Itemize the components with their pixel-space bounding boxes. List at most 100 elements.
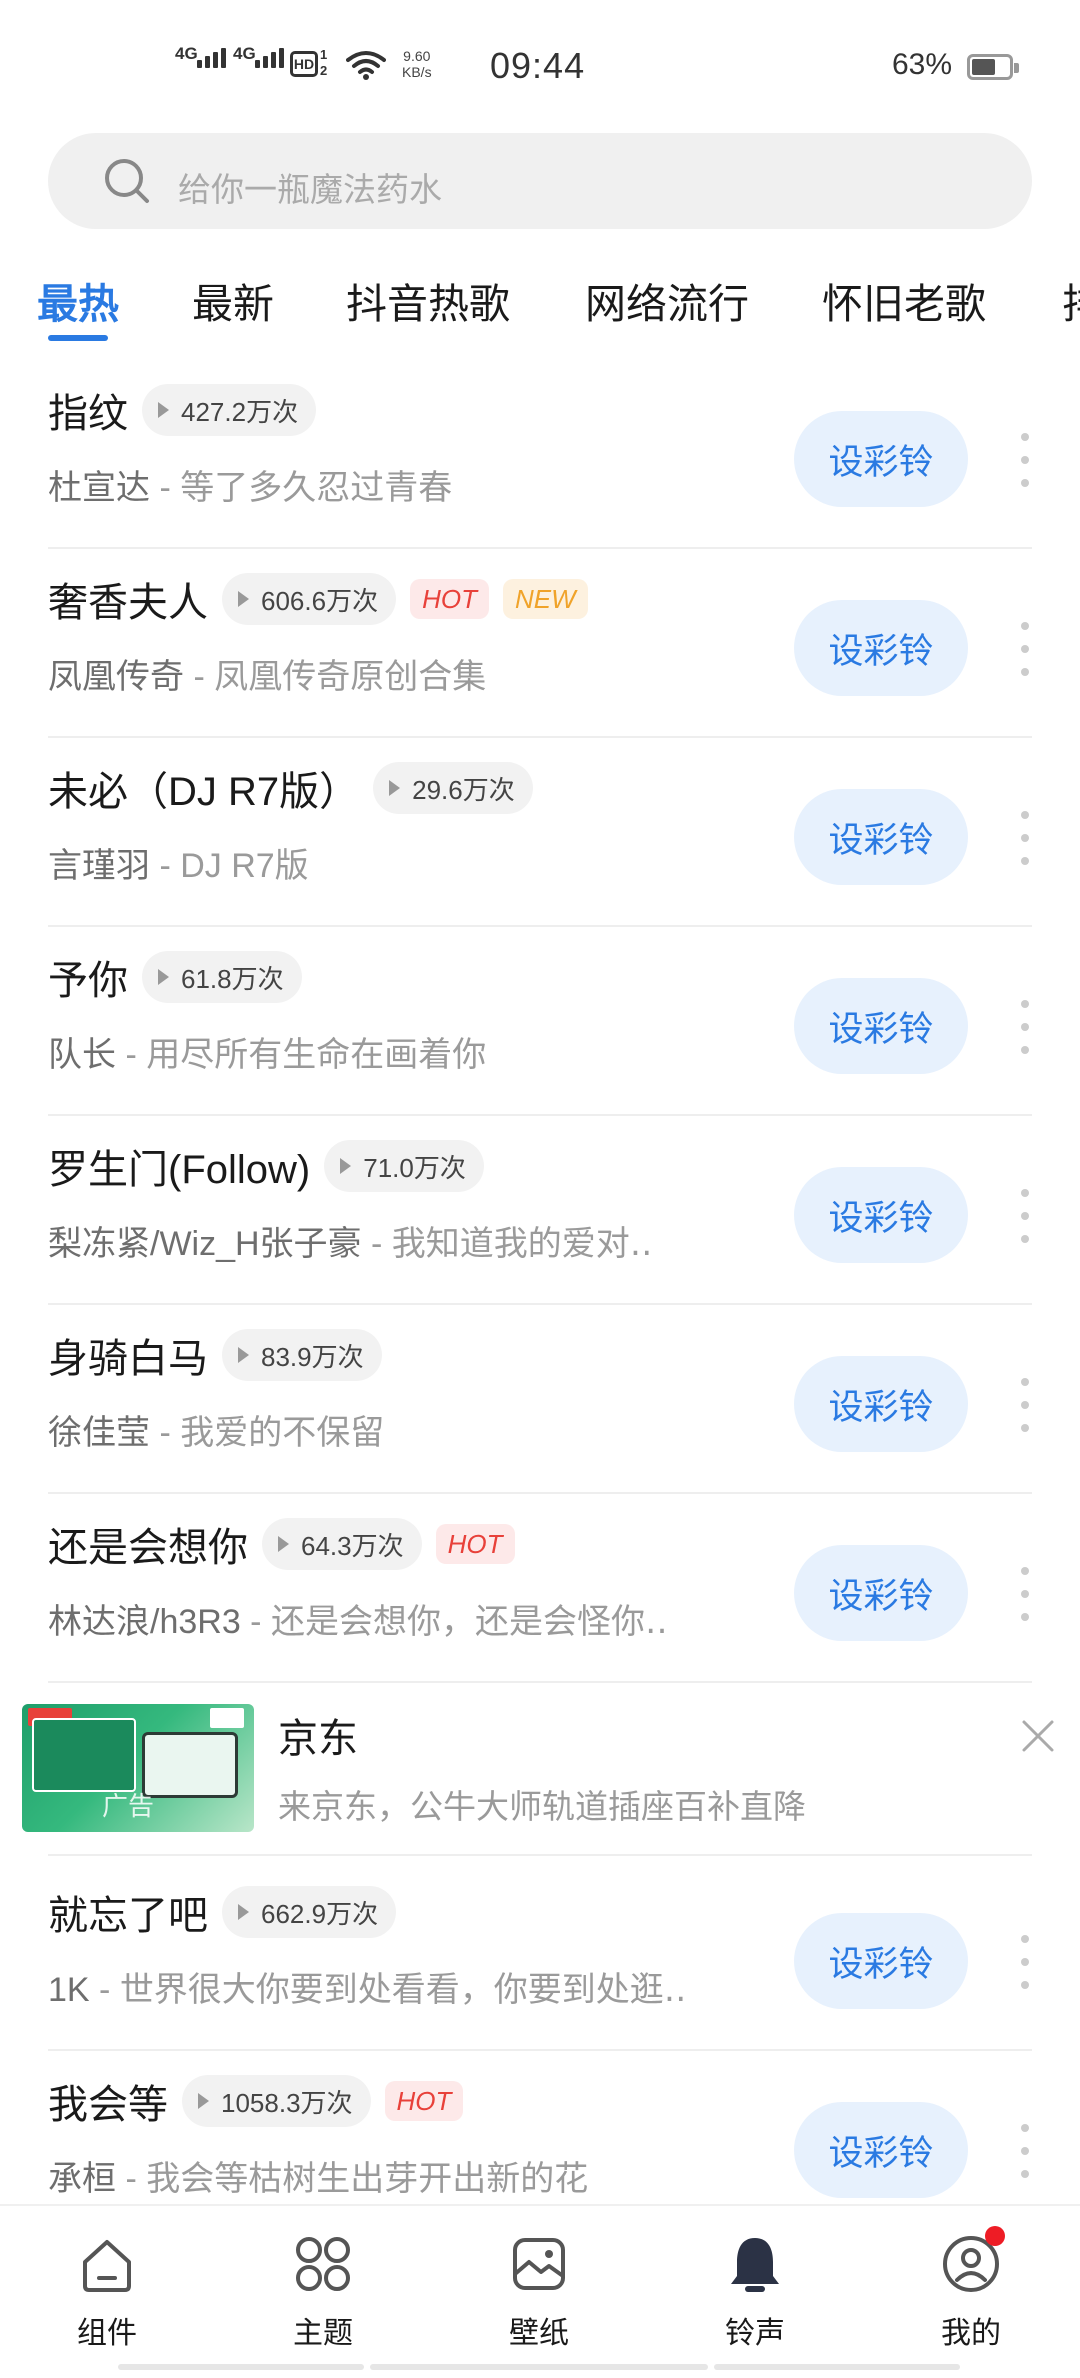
- status-bar: 4G 4G HD 1 2 9.60 KB/s 09:44 63%: [0, 0, 1080, 130]
- more-options-icon[interactable]: [1010, 811, 1040, 865]
- artist-name: 承桓: [48, 2160, 116, 2198]
- bottom-navigation: 组件 主题 壁纸 铃声 我的: [0, 2204, 1080, 2378]
- nav-label: 我的: [941, 2317, 1001, 2350]
- ad-banner[interactable]: 广告 京东 来京东，公牛大师轨道插座百补直降: [0, 1676, 1080, 1856]
- artist-name: 凤凰传奇: [48, 658, 184, 696]
- song-subtitle: 1K - 世界很大你要到处看看，你要到处逛‥: [48, 1971, 687, 2009]
- set-ringback-button[interactable]: 设彩铃: [794, 789, 968, 885]
- battery-icon: [967, 54, 1019, 80]
- album-name: 世界很大你要到处看看，你要到处逛‥: [119, 1971, 687, 2009]
- signal-icon-sim2: 4G: [233, 44, 284, 68]
- nav-label: 组件: [77, 2317, 137, 2350]
- tab-more-cutoff[interactable]: 排: [1062, 270, 1080, 330]
- more-options-icon[interactable]: [1010, 1378, 1040, 1432]
- play-count-badge: 71.0万次: [324, 1140, 484, 1192]
- more-options-icon[interactable]: [1010, 1189, 1040, 1243]
- artist-name: 林达浪/h3R3: [48, 1603, 241, 1641]
- more-options-icon[interactable]: [1010, 1000, 1040, 1054]
- song-subtitle: 队长 - 用尽所有生命在画着你: [48, 1036, 487, 1074]
- list-item[interactable]: 就忘了吧 662.9万次 1K - 世界很大你要到处看看，你要到处逛‥ 设彩铃: [0, 1862, 1080, 2051]
- speed-unit: KB/s: [402, 64, 432, 80]
- album-name: 还是会想你，还是会怪你‥: [270, 1603, 668, 1641]
- system-nav-indicator: [118, 2364, 364, 2370]
- profile-icon: [939, 2226, 1005, 2296]
- category-tabs: 最热 最新 抖音热歌 网络流行 怀旧老歌 排: [0, 270, 1080, 340]
- play-icon: [198, 2093, 209, 2109]
- nav-profile[interactable]: 我的: [901, 2226, 1041, 2352]
- set-ringback-button[interactable]: 设彩铃: [794, 411, 968, 507]
- more-options-icon[interactable]: [1010, 2124, 1040, 2178]
- song-title: 指纹: [48, 392, 128, 436]
- song-title: 奢香夫人: [48, 581, 208, 625]
- song-subtitle: 言瑾羽 - DJ R7版: [48, 847, 309, 885]
- play-count-badge: 29.6万次: [373, 762, 533, 814]
- tab-internet-popular[interactable]: 网络流行: [585, 270, 749, 330]
- wifi-icon: [346, 51, 386, 80]
- sim2-label: 4G: [233, 44, 256, 63]
- nav-themes[interactable]: 主题: [253, 2232, 393, 2352]
- nav-ringtones[interactable]: 铃声: [685, 2232, 825, 2352]
- play-icon: [278, 1536, 289, 1552]
- play-icon: [158, 402, 169, 418]
- play-count-badge: 1058.3万次: [182, 2075, 371, 2127]
- network-speed: 9.60 KB/s: [402, 48, 432, 80]
- set-ringback-button[interactable]: 设彩铃: [794, 1167, 968, 1263]
- set-ringback-button[interactable]: 设彩铃: [794, 978, 968, 1074]
- ad-image[interactable]: 广告: [22, 1704, 254, 1832]
- play-count-badge: 662.9万次: [222, 1886, 397, 1938]
- list-item[interactable]: 指纹 427.2万次 杜宣达 - 等了多久忍过青春 设彩铃: [0, 360, 1080, 549]
- list-item[interactable]: 予你 61.8万次 队长 - 用尽所有生命在画着你 设彩铃: [0, 927, 1080, 1116]
- set-ringback-button[interactable]: 设彩铃: [794, 1545, 968, 1641]
- sim1-label: 4G: [175, 44, 198, 63]
- list-item[interactable]: 身骑白马 83.9万次 徐佳莹 - 我爱的不保留 设彩铃: [0, 1305, 1080, 1494]
- album-name: 等了多久忍过青春: [180, 469, 453, 507]
- song-subtitle: 凤凰传奇 - 凤凰传奇原创合集: [48, 658, 487, 696]
- close-icon[interactable]: [1018, 1716, 1058, 1756]
- song-title: 身骑白马: [48, 1337, 208, 1381]
- list-item[interactable]: 奢香夫人 606.6万次 HOT NEW 凤凰传奇 - 凤凰传奇原创合集 设彩铃: [0, 549, 1080, 738]
- play-count-badge: 83.9万次: [222, 1329, 382, 1381]
- set-ringback-button[interactable]: 设彩铃: [794, 2102, 968, 2198]
- system-nav-indicator: [370, 2364, 708, 2370]
- set-ringback-button[interactable]: 设彩铃: [794, 600, 968, 696]
- list-item[interactable]: 罗生门(Follow) 71.0万次 梨冻紧/Wiz_H张子豪 - 我知道我的爱…: [0, 1116, 1080, 1305]
- artist-name: 1K: [48, 1971, 90, 2009]
- more-options-icon[interactable]: [1010, 1567, 1040, 1621]
- play-icon: [238, 1347, 249, 1363]
- play-count-badge: 64.3万次: [262, 1518, 422, 1570]
- ad-brand: 京东: [278, 1717, 358, 1761]
- set-ringback-button[interactable]: 设彩铃: [794, 1913, 968, 2009]
- signal-icon-sim1: 4G: [175, 44, 226, 68]
- list-item[interactable]: 还是会想你 64.3万次 HOT 林达浪/h3R3 - 还是会想你，还是会怪你‥…: [0, 1494, 1080, 1683]
- nav-label: 主题: [293, 2317, 353, 2350]
- artist-name: 杜宣达: [48, 469, 150, 507]
- tab-hottest[interactable]: 最热: [37, 270, 119, 330]
- set-ringback-button[interactable]: 设彩铃: [794, 1356, 968, 1452]
- play-icon: [340, 1158, 352, 1174]
- more-options-icon[interactable]: [1010, 1935, 1040, 1989]
- song-title: 予你: [48, 959, 128, 1003]
- more-options-icon[interactable]: [1010, 433, 1040, 487]
- nav-wallpapers[interactable]: 壁纸: [469, 2232, 609, 2352]
- tab-newest[interactable]: 最新: [192, 270, 274, 330]
- play-count-badge: 427.2万次: [142, 384, 317, 436]
- song-title: 我会等: [48, 2083, 168, 2127]
- bell-icon: [723, 2232, 787, 2296]
- search-bar[interactable]: 给你一瓶魔法药水: [48, 133, 1032, 229]
- more-options-icon[interactable]: [1010, 622, 1040, 676]
- song-subtitle: 杜宣达 - 等了多久忍过青春: [48, 469, 453, 507]
- clock: 09:44: [490, 45, 586, 86]
- play-icon: [238, 1904, 249, 1920]
- theme-icon: [291, 2232, 355, 2296]
- list-item[interactable]: 未必（DJ R7版） 29.6万次 言瑾羽 - DJ R7版 设彩铃: [0, 738, 1080, 927]
- play-icon: [238, 591, 249, 607]
- search-placeholder: 给你一瓶魔法药水: [178, 171, 442, 208]
- wallpaper-icon: [507, 2232, 571, 2296]
- nav-widgets[interactable]: 组件: [37, 2232, 177, 2352]
- system-nav-indicator: [714, 2364, 960, 2370]
- tab-classic-oldies[interactable]: 怀旧老歌: [822, 270, 986, 330]
- album-name: DJ R7版: [180, 847, 309, 885]
- tab-douyin-hits[interactable]: 抖音热歌: [346, 270, 510, 330]
- play-icon: [158, 969, 169, 985]
- album-name: 我会等枯树生出芽开出新的花: [146, 2160, 589, 2198]
